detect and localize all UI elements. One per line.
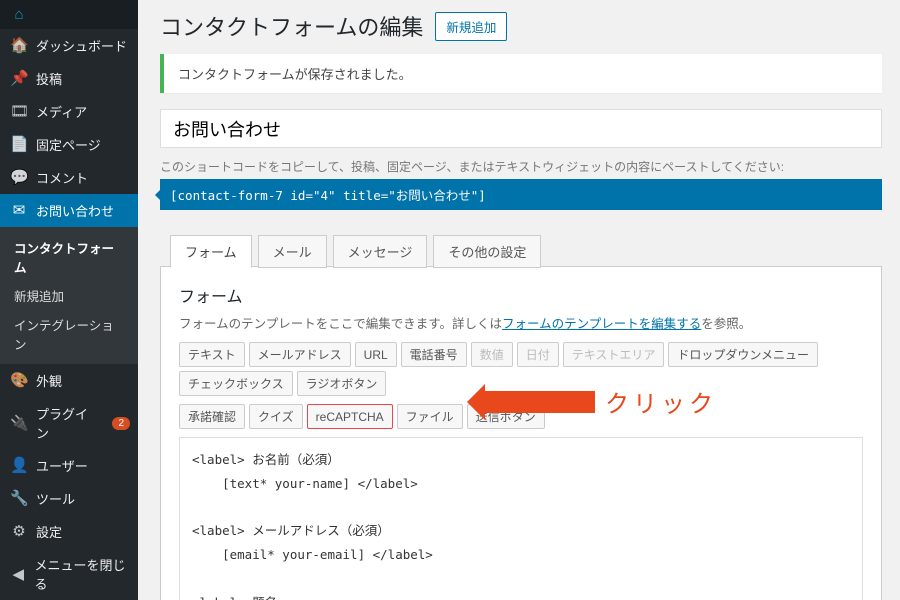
sidebar-label: 設定 (36, 522, 62, 541)
tag-buttons-row-2: 承諾確認クイズreCAPTCHAファイル送信ボタン (179, 404, 863, 429)
tag-button-日付[interactable]: 日付 (517, 342, 559, 367)
sidebar-item-3[interactable]: 🎞 メディア (0, 95, 138, 128)
tag-button-ラジオボタン[interactable]: ラジオボタン (297, 371, 387, 396)
sidebar-icon: 🔌 (10, 416, 28, 431)
sidebar-submenu: コンタクトフォーム新規追加インテグレーション (0, 227, 138, 364)
panel-heading: フォーム (179, 283, 863, 307)
shortcode-hint: このショートコードをコピーして、投稿、固定ページ、またはテキストウィジェットの内… (160, 158, 882, 175)
panel-description: フォームのテンプレートをここで編集できます。詳しくはフォームのテンプレートを編集… (179, 313, 863, 332)
sidebar-icon: 🏠 (10, 38, 28, 53)
sidebar-sub-item[interactable]: インテグレーション (0, 310, 138, 358)
sidebar-item-7[interactable]: 🎨 外観 (0, 364, 138, 397)
tag-button-承諾確認[interactable]: 承諾確認 (179, 404, 245, 429)
add-new-button[interactable]: 新規追加 (435, 12, 507, 41)
sidebar-item-5[interactable]: 💬 コメント (0, 161, 138, 194)
sidebar-icon: 👤 (10, 458, 28, 473)
sidebar-label: 外観 (36, 371, 62, 390)
tab-2[interactable]: メッセージ (333, 235, 428, 268)
sidebar-item-0[interactable]: ⌂ (0, 0, 138, 29)
form-panel: フォーム フォームのテンプレートをここで編集できます。詳しくはフォームのテンプレ… (160, 266, 882, 600)
success-notice: コンタクトフォームが保存されました。 (160, 54, 882, 93)
form-template-textarea[interactable]: <label> お名前（必須） [text* your-name] </labe… (179, 437, 863, 600)
sidebar-icon: 🎞 (10, 104, 28, 119)
sidebar-label: メニューを閉じる (35, 555, 130, 593)
sidebar-icon: ⚙ (10, 524, 28, 539)
tag-button-電話番号[interactable]: 電話番号 (401, 342, 467, 367)
tag-button-送信ボタン[interactable]: 送信ボタン (467, 404, 545, 429)
tag-button-URL[interactable]: URL (355, 342, 397, 367)
sidebar-label: お問い合わせ (36, 201, 114, 220)
sidebar-item-4[interactable]: 📄 固定ページ (0, 128, 138, 161)
sidebar-item-9[interactable]: 👤 ユーザー (0, 449, 138, 482)
tag-button-クイズ[interactable]: クイズ (249, 404, 303, 429)
template-help-link[interactable]: フォームのテンプレートを編集する (502, 317, 701, 331)
tag-buttons-row-1: テキストメールアドレスURL電話番号数値日付テキストエリアドロップダウンメニュー… (179, 342, 863, 396)
tag-button-チェックボックス[interactable]: チェックボックス (179, 371, 293, 396)
sidebar-item-11[interactable]: ⚙ 設定 (0, 515, 138, 548)
main-content: コンタクトフォームの編集 新規追加 コンタクトフォームが保存されました。 このシ… (138, 0, 900, 600)
tag-button-テキスト[interactable]: テキスト (179, 342, 245, 367)
sidebar-icon: ◀ (10, 567, 27, 582)
sidebar-icon: 📌 (10, 71, 28, 86)
sidebar-label: ダッシュボード (36, 36, 127, 55)
tag-button-数値[interactable]: 数値 (471, 342, 513, 367)
tag-button-ドロップダウンメニュー[interactable]: ドロップダウンメニュー (668, 342, 818, 367)
tag-button-テキストエリア[interactable]: テキストエリア (563, 342, 665, 367)
sidebar-icon: 🎨 (10, 373, 28, 388)
tab-0[interactable]: フォーム (170, 235, 252, 268)
tab-bar: フォームメールメッセージその他の設定 (160, 234, 882, 267)
sidebar-label: ユーザー (36, 456, 88, 475)
tab-3[interactable]: その他の設定 (433, 235, 541, 268)
sidebar-item-6[interactable]: ✉ お問い合わせ (0, 194, 138, 227)
form-title-input[interactable] (160, 109, 882, 148)
sidebar-icon: 📄 (10, 137, 28, 152)
admin-sidebar: ⌂ 🏠 ダッシュボード 📌 投稿 🎞 メディア 📄 固定ページ 💬 コメント ✉ お問い合わせコンタクト… (0, 0, 138, 600)
sidebar-sub-item[interactable]: 新規追加 (0, 281, 138, 310)
sidebar-icon: ✉ (10, 203, 28, 218)
sidebar-item-8[interactable]: 🔌 プラグイン 2 (0, 397, 138, 449)
sidebar-icon: 💬 (10, 170, 28, 185)
shortcode-display[interactable]: [contact-form-7 id="4" title="お問い合わせ"] (160, 179, 882, 210)
sidebar-item-1[interactable]: 🏠 ダッシュボード (0, 29, 138, 62)
tag-button-reCAPTCHA[interactable]: reCAPTCHA (307, 404, 393, 429)
sidebar-label: メディア (36, 102, 87, 121)
tag-button-ファイル[interactable]: ファイル (397, 404, 463, 429)
sidebar-label: コメント (36, 168, 88, 187)
tab-1[interactable]: メール (258, 235, 327, 268)
sidebar-label: プラグイン (36, 404, 100, 442)
sidebar-icon: 🔧 (10, 491, 28, 506)
sidebar-sub-item[interactable]: コンタクトフォーム (0, 233, 138, 281)
update-badge: 2 (112, 417, 130, 430)
tag-button-メールアドレス[interactable]: メールアドレス (249, 342, 351, 367)
sidebar-label: 固定ページ (36, 135, 101, 154)
sidebar-item-2[interactable]: 📌 投稿 (0, 62, 138, 95)
sidebar-item-10[interactable]: 🔧 ツール (0, 482, 138, 515)
sidebar-label: 投稿 (36, 69, 62, 88)
sidebar-label: ツール (36, 489, 75, 508)
sidebar-item-12[interactable]: ◀ メニューを閉じる (0, 548, 138, 600)
page-title: コンタクトフォームの編集 (160, 10, 423, 42)
sidebar-icon: ⌂ (10, 7, 28, 22)
